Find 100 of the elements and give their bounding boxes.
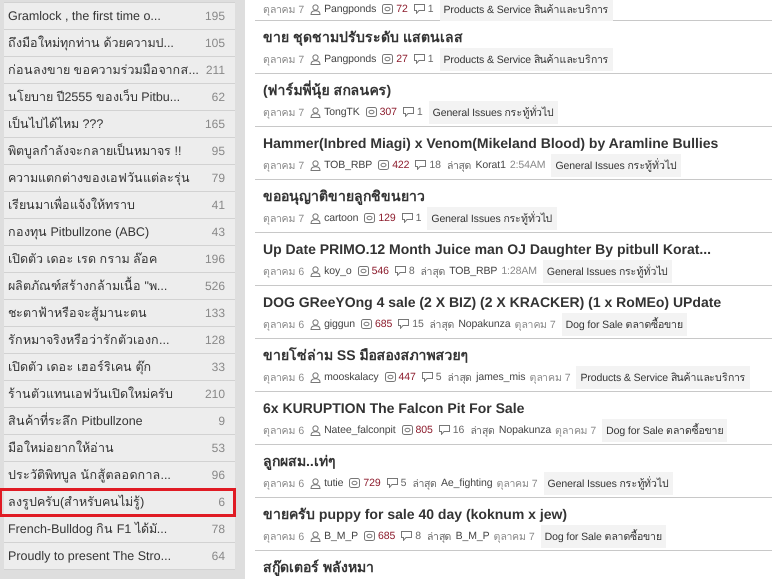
category-tag[interactable]: General Issues กระทู้ทั่วไป bbox=[544, 472, 673, 494]
category-tag[interactable]: General Issues กระทู้ทั่วไป bbox=[542, 260, 672, 282]
last-post-label: ล่าสุด bbox=[470, 424, 495, 438]
view-count: 805 bbox=[416, 424, 433, 436]
reply-count: 165 bbox=[204, 117, 225, 131]
reply-count: 41 bbox=[212, 198, 225, 212]
last-post-label: ล่าสุด bbox=[430, 318, 454, 332]
author-link[interactable]: koy_o bbox=[324, 265, 352, 277]
comment-icon bbox=[415, 160, 426, 170]
post-title[interactable]: Up Date PRIMO.12 Month Juice man OJ Daughter By pitbull Korat... bbox=[263, 239, 772, 259]
post-title[interactable]: ขายโซ่ล่าม SS มือสองสภาพสวยๆ bbox=[263, 345, 772, 365]
post-title[interactable]: Hammer(Inbred Miagi) x Venom(Mikeland Blood) by Aramline Bullies bbox=[263, 133, 772, 153]
view-count: 422 bbox=[392, 159, 410, 171]
views-icon bbox=[402, 425, 413, 435]
reply-count: 211 bbox=[206, 63, 225, 77]
reply-count: 62 bbox=[212, 90, 225, 104]
author-link[interactable]: TongTK bbox=[324, 106, 360, 118]
user-icon bbox=[310, 478, 322, 488]
category-tag[interactable]: Products & Service สินค้าและบริการ bbox=[440, 48, 613, 70]
post-date: ตุลาคม 7 bbox=[263, 158, 304, 174]
last-poster-link[interactable]: james_mis bbox=[476, 371, 526, 383]
post-title[interactable]: ขออนุญาติขายลูกชิขนยาว bbox=[263, 186, 772, 206]
views-icon bbox=[382, 4, 394, 14]
topic-title: ถึงมือใหม่ทุกท่าน ด้วยความป... bbox=[8, 34, 174, 52]
sidebar-item[interactable]: เป็นไปได้ไหม ??? 165 bbox=[4, 111, 235, 138]
last-poster-link[interactable]: B_M_P bbox=[456, 530, 490, 542]
post-title[interactable]: DOG GReeYOng 4 sale (2 X BIZ) (2 X KRACKER) (1 x RoMEo) UPdate bbox=[263, 292, 772, 312]
sidebar-item[interactable]: Proudly to present The Stro... 64 bbox=[4, 543, 235, 570]
topic-title: French-Bulldog กิน F1 ได้มั... bbox=[8, 520, 168, 538]
sidebar-item[interactable]: เปิดตัว เดอะ เรด กราม ล๊อค 196 bbox=[4, 246, 235, 273]
category-tag[interactable]: Products & Service สินค้าและบริการ bbox=[576, 366, 750, 388]
post-date: ตุลาคม 6 bbox=[263, 424, 304, 438]
sidebar-item[interactable]: ผลิตภัณฑ์สร้างกล้ามเนื้อ "พ... 526 bbox=[4, 273, 235, 300]
reply-count: 6 bbox=[218, 495, 225, 509]
sidebar-item[interactable]: นโยบาย ปี2555 ของเว็บ Pitbu... 62 bbox=[4, 84, 235, 111]
sidebar-item[interactable]: พิตบูลกำลังจะกลายเป็นหมาจร !! 95 bbox=[4, 138, 235, 165]
category-tag[interactable]: Dog for Sale ตลาดซื้อขาย bbox=[540, 524, 666, 548]
post-title[interactable]: ขาย ชุดชามปรับระดับ แสตนเลส bbox=[263, 27, 772, 47]
comment-icon bbox=[386, 478, 398, 488]
category-tag[interactable]: Dog for Sale ตลาดซื้อขาย bbox=[602, 418, 728, 442]
post-title[interactable]: (ฟาร์มพี่นุ้ย สกลนคร) bbox=[263, 80, 772, 100]
last-poster-link[interactable]: Korat1 bbox=[476, 159, 506, 171]
sidebar-item[interactable]: ประวัติพิทบูล นักสู้ตลอดกาล... 96 bbox=[4, 462, 235, 489]
sidebar-item[interactable]: มือใหม่อยากให้อ่าน 53 bbox=[4, 435, 235, 462]
topic-title: รักหมาจริงหรือว่ารักตัวเองก... bbox=[8, 332, 170, 349]
post-title[interactable]: 6x KURUPTION The Falcon Pit For Sale bbox=[263, 398, 772, 418]
post-title[interactable]: สกู๊ดเตอร์ พลังหมา bbox=[263, 557, 772, 577]
sidebar-item[interactable]: เปิดตัว เดอะ เฮอร์ริเคน ตุ๊ก 33 bbox=[4, 354, 235, 381]
sidebar-item[interactable]: ชะตาฟ้าหรือจะสู้มานะตน 133 bbox=[4, 300, 235, 327]
sidebar-item[interactable]: สินค้าที่ระลึก Pitbullzone 9 bbox=[4, 408, 235, 435]
view-count: 546 bbox=[372, 265, 389, 277]
author-link[interactable]: tutie bbox=[324, 477, 344, 489]
reply-count: 8 bbox=[408, 265, 415, 277]
category-tag[interactable]: Products & Service สินค้าและบริการ bbox=[440, 0, 613, 20]
topic-title: กองทุน Pitbullzone (ABC) bbox=[8, 224, 150, 242]
category-tag[interactable]: General Issues กระทู้ทั่วไป bbox=[551, 154, 681, 176]
author-link[interactable]: Pangponds bbox=[324, 3, 376, 15]
comment-icon bbox=[414, 4, 425, 14]
sidebar-item[interactable]: ถึงมือใหม่ทุกท่าน ด้วยความป... 105 bbox=[4, 30, 235, 57]
last-poster-link[interactable]: Nopakunza bbox=[498, 424, 552, 436]
sidebar-item[interactable]: Gramlock , the first time o... 195 bbox=[4, 3, 235, 30]
last-poster-link[interactable]: Nopakunza bbox=[458, 318, 511, 330]
view-count: 129 bbox=[378, 212, 396, 224]
sidebar-item[interactable]: French-Bulldog กิน F1 ได้มั... 78 bbox=[4, 516, 235, 543]
user-icon bbox=[310, 318, 322, 330]
author-link[interactable]: mooskalacy bbox=[324, 371, 379, 383]
author-link[interactable]: B_M_P bbox=[324, 530, 358, 542]
sidebar-item[interactable]: ความแตกต่างของเอฟวันแต่ละรุ่น 79 bbox=[4, 165, 235, 192]
topic-title: เป็นไปได้ไหม ??? bbox=[8, 115, 104, 133]
views-icon bbox=[378, 160, 390, 170]
category-tag[interactable]: General Issues กระทู้ทั่วไป bbox=[428, 100, 558, 124]
topic-title: เปิดตัว เดอะ เฮอร์ริเคน ตุ๊ก bbox=[8, 359, 152, 376]
last-poster-link[interactable]: Ae_fighting bbox=[441, 477, 492, 489]
reply-count: 79 bbox=[212, 171, 225, 185]
reply-count: 1 bbox=[416, 212, 422, 224]
author-link[interactable]: Natee_falconpit bbox=[324, 424, 396, 436]
post-title[interactable]: ขายครับ puppy for sale 40 day (koknum x jew) bbox=[263, 504, 772, 524]
post-title[interactable]: ลูกผสม..เท่ๆ bbox=[263, 451, 772, 471]
reply-count: 95 bbox=[212, 144, 225, 158]
sidebar-item[interactable]: กองทุน Pitbullzone (ABC) 43 bbox=[4, 219, 235, 246]
topic-title: Proudly to present The Stro... bbox=[8, 549, 172, 563]
last-poster-link[interactable]: TOB_RBP bbox=[449, 265, 498, 277]
category-tag[interactable]: Dog for Sale ตลาดซื้อขาย bbox=[562, 312, 687, 336]
author-link[interactable]: giggun bbox=[324, 318, 355, 330]
reply-count: 53 bbox=[212, 441, 225, 455]
post-date: ตุลาคม 7 bbox=[263, 106, 304, 120]
last-post-time: ตุลาคม 7 bbox=[496, 476, 538, 492]
sidebar-item[interactable]: เรียนมาเพื่อแจ้งให้ทราบ 41 bbox=[4, 192, 235, 219]
sidebar-item[interactable]: รักหมาจริงหรือว่ารักตัวเองก... 128 bbox=[4, 327, 235, 354]
last-post-time: ตุลาคม 7 bbox=[529, 370, 570, 386]
author-link[interactable]: Pangponds bbox=[324, 53, 376, 65]
author-link[interactable]: cartoon bbox=[324, 212, 358, 224]
sidebar-item[interactable]: ลงรูปครับ(สำหรับคนไม่รู้) 6 bbox=[0, 489, 235, 516]
category-tag[interactable]: General Issues กระทู้ทั่วไป bbox=[427, 206, 557, 230]
reply-count: 33 bbox=[212, 360, 225, 374]
sidebar-item[interactable]: ร้านตัวแทนเอฟวันเปิดใหม่ครับ 210 bbox=[4, 381, 235, 408]
author-link[interactable]: TOB_RBP bbox=[324, 159, 372, 171]
views-icon bbox=[364, 213, 376, 223]
post-date: ตุลาคม 6 bbox=[263, 264, 304, 280]
sidebar-item[interactable]: ก่อนลงขาย ขอความร่วมมือจากส... 211 bbox=[4, 57, 235, 84]
